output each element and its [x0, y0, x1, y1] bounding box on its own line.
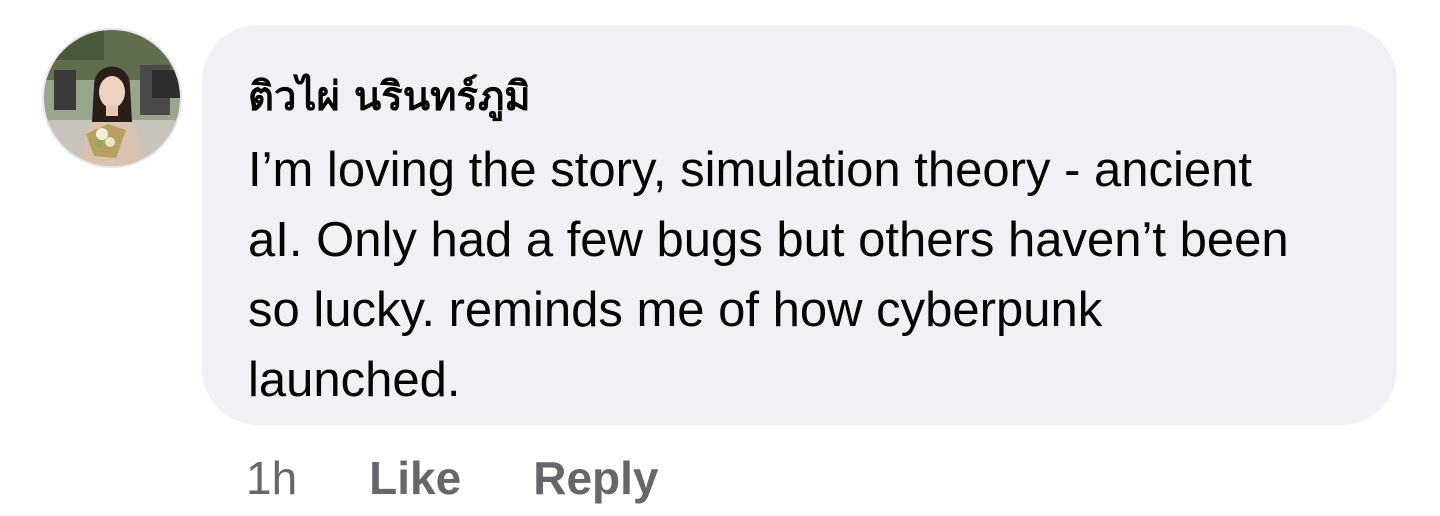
comment-actions: 1h Like Reply [246, 448, 730, 508]
comment-timestamp[interactable]: 1h [246, 451, 297, 505]
avatar-photo [44, 30, 180, 166]
avatar[interactable] [42, 28, 182, 168]
comment-author-name[interactable]: ติวไผ่ นรินทร์ภูมิ [248, 69, 1337, 125]
comment-bubble: ติวไผ่ นรินทร์ภูมิ I’m loving the story,… [202, 25, 1397, 425]
reply-button[interactable]: Reply [533, 451, 658, 505]
comment-text: I’m loving the story, simulation theory … [248, 143, 1289, 407]
like-button[interactable]: Like [369, 451, 461, 505]
